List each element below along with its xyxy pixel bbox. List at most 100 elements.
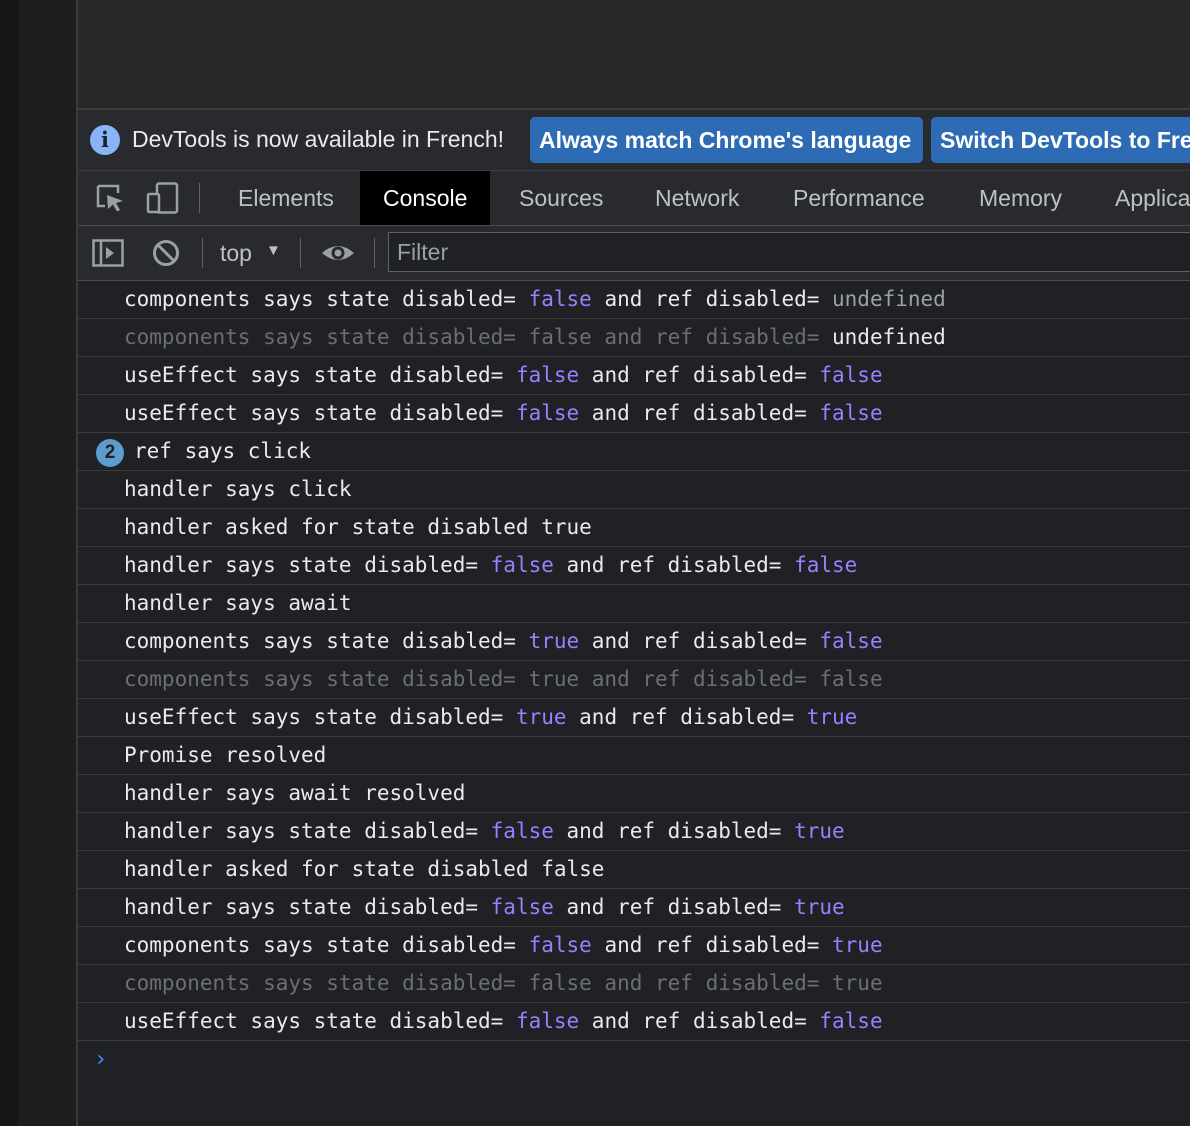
console-value: true: [832, 933, 883, 957]
console-value: false: [794, 553, 858, 577]
console-message-text[interactable]: components says state disabled= false an…: [124, 965, 883, 1002]
console-text: useEffect says state disabled=: [124, 401, 516, 425]
console-message-text[interactable]: components says state disabled= true and…: [124, 623, 883, 660]
console-text: and ref disabled=: [553, 553, 795, 577]
console-value: false: [819, 363, 883, 387]
context-selector[interactable]: top: [220, 240, 252, 267]
console-text: and ref disabled=: [591, 933, 833, 957]
inspect-element-icon[interactable]: [94, 182, 126, 219]
console-value: undefined: [832, 325, 946, 349]
console-text: and ref disabled=: [579, 629, 820, 653]
console-value: false: [528, 287, 592, 311]
console-message-text[interactable]: handler asked for state disabled false: [124, 851, 604, 888]
left-panel: [18, 0, 76, 1126]
console-message-row: handler asked for state disabled false: [78, 851, 1190, 889]
console-message-row: handler says state disabled= false and r…: [78, 889, 1190, 927]
tab-network[interactable]: Network: [655, 171, 739, 225]
console-text: handler says await: [124, 591, 352, 615]
console-message-text[interactable]: handler says await: [124, 585, 352, 622]
console-message-text[interactable]: components says state disabled= false an…: [124, 319, 946, 356]
console-message-row: components says state disabled= false an…: [78, 927, 1190, 965]
tab-application[interactable]: Application: [1115, 171, 1190, 225]
console-text: useEffect says state disabled=: [124, 705, 516, 729]
console-value: false: [515, 1009, 580, 1033]
console-text: and ref disabled=: [579, 1009, 820, 1033]
console-text: components says state disabled= true and…: [124, 667, 883, 691]
switch-language-button[interactable]: Switch DevTools to French: [931, 117, 1190, 163]
console-text: components says state disabled=: [124, 287, 529, 311]
left-edge-strip: [0, 0, 18, 1126]
console-message-row: components says state disabled= false an…: [78, 319, 1190, 357]
live-expression-eye-icon[interactable]: [320, 238, 356, 273]
toolbar-separator: [202, 238, 203, 268]
repeat-count-badge: 2: [96, 439, 124, 467]
console-text: handler says state disabled=: [124, 819, 491, 843]
console-text: components says state disabled= false an…: [124, 325, 833, 349]
clear-console-icon[interactable]: [151, 238, 181, 273]
console-value: undefined: [832, 287, 946, 311]
device-toolbar-icon[interactable]: [146, 182, 180, 219]
console-value: false: [819, 401, 883, 425]
console-message-row: handler says state disabled= false and r…: [78, 813, 1190, 851]
console-message-row: components says state disabled= false an…: [78, 965, 1190, 1003]
tab-memory[interactable]: Memory: [979, 171, 1062, 225]
console-text: and ref disabled=: [553, 819, 795, 843]
info-icon: i: [90, 125, 120, 155]
console-message-text[interactable]: components says state disabled= false an…: [124, 927, 883, 964]
console-message-text[interactable]: useEffect says state disabled= true and …: [124, 699, 857, 736]
console-text: handler says click: [124, 477, 352, 501]
match-language-button[interactable]: Always match Chrome's language: [530, 117, 923, 163]
console-message-text[interactable]: handler says state disabled= false and r…: [124, 547, 857, 584]
console-message-text[interactable]: Promise resolved: [124, 737, 326, 774]
console-text: useEffect says state disabled=: [124, 363, 516, 387]
console-message-text[interactable]: handler says state disabled= false and r…: [124, 889, 845, 926]
console-message-text[interactable]: components says state disabled= true and…: [124, 661, 883, 698]
console-message-row: components says state disabled= true and…: [78, 661, 1190, 699]
console-value: false: [515, 363, 580, 387]
filter-input[interactable]: [388, 232, 1190, 272]
console-toolbar: top ▼: [78, 226, 1190, 281]
console-message-row: components says state disabled= true and…: [78, 623, 1190, 661]
dropdown-arrow-icon[interactable]: ▼: [266, 242, 281, 259]
console-text: handler asked for state disabled false: [124, 857, 605, 881]
console-message-row: handler says click: [78, 471, 1190, 509]
console-message-text[interactable]: useEffect says state disabled= false and…: [124, 395, 883, 432]
console-prompt[interactable]: ›: [78, 1041, 1190, 1085]
console-message-row: 2 ref says click: [78, 433, 1190, 471]
console-messages: components says state disabled= false an…: [78, 281, 1190, 1126]
console-message-row: useEffect says state disabled= false and…: [78, 1003, 1190, 1041]
console-value: true: [528, 629, 580, 653]
console-message-text[interactable]: useEffect says state disabled= false and…: [124, 357, 883, 394]
tab-elements[interactable]: Elements: [238, 171, 334, 225]
tab-sources[interactable]: Sources: [519, 171, 603, 225]
tab-performance[interactable]: Performance: [793, 171, 925, 225]
console-value: false: [819, 1009, 883, 1033]
console-text: and ref disabled=: [566, 705, 807, 729]
console-text: handler asked for state disabled true: [124, 515, 592, 539]
console-message-text[interactable]: ref says click: [134, 433, 311, 470]
console-message-text[interactable]: handler says click: [124, 471, 352, 508]
show-sidebar-icon[interactable]: [92, 238, 124, 273]
toolbar-separator: [300, 238, 301, 268]
infobar-message: DevTools is now available in French!: [132, 126, 505, 152]
chevron-right-icon: ›: [94, 1047, 108, 1072]
console-text: and ref disabled=: [579, 363, 820, 387]
console-message-text[interactable]: handler asked for state disabled true: [124, 509, 592, 546]
console-message-text[interactable]: handler says await resolved: [124, 775, 465, 812]
console-text: components says state disabled=: [124, 629, 529, 653]
tabbar-separator: [199, 183, 200, 213]
console-message-text[interactable]: handler says state disabled= false and r…: [124, 813, 845, 850]
console-message-row: useEffect says state disabled= false and…: [78, 357, 1190, 395]
language-infobar: i DevTools is now available in French! A…: [78, 110, 1190, 171]
console-message-row: handler says state disabled= false and r…: [78, 547, 1190, 585]
console-text: ref says click: [134, 439, 312, 463]
console-message-text[interactable]: components says state disabled= false an…: [124, 281, 946, 318]
console-message-row: useEffect says state disabled= true and …: [78, 699, 1190, 737]
devtools-tabbar: Elements Console Sources Network Perform…: [78, 171, 1190, 226]
console-message-text[interactable]: useEffect says state disabled= false and…: [124, 1003, 883, 1040]
devtools-panel: i DevTools is now available in French! A…: [78, 110, 1190, 1126]
page-viewport: [78, 0, 1190, 110]
console-value: false: [515, 401, 580, 425]
console-value: false: [528, 933, 592, 957]
tab-console[interactable]: Console: [360, 171, 491, 225]
